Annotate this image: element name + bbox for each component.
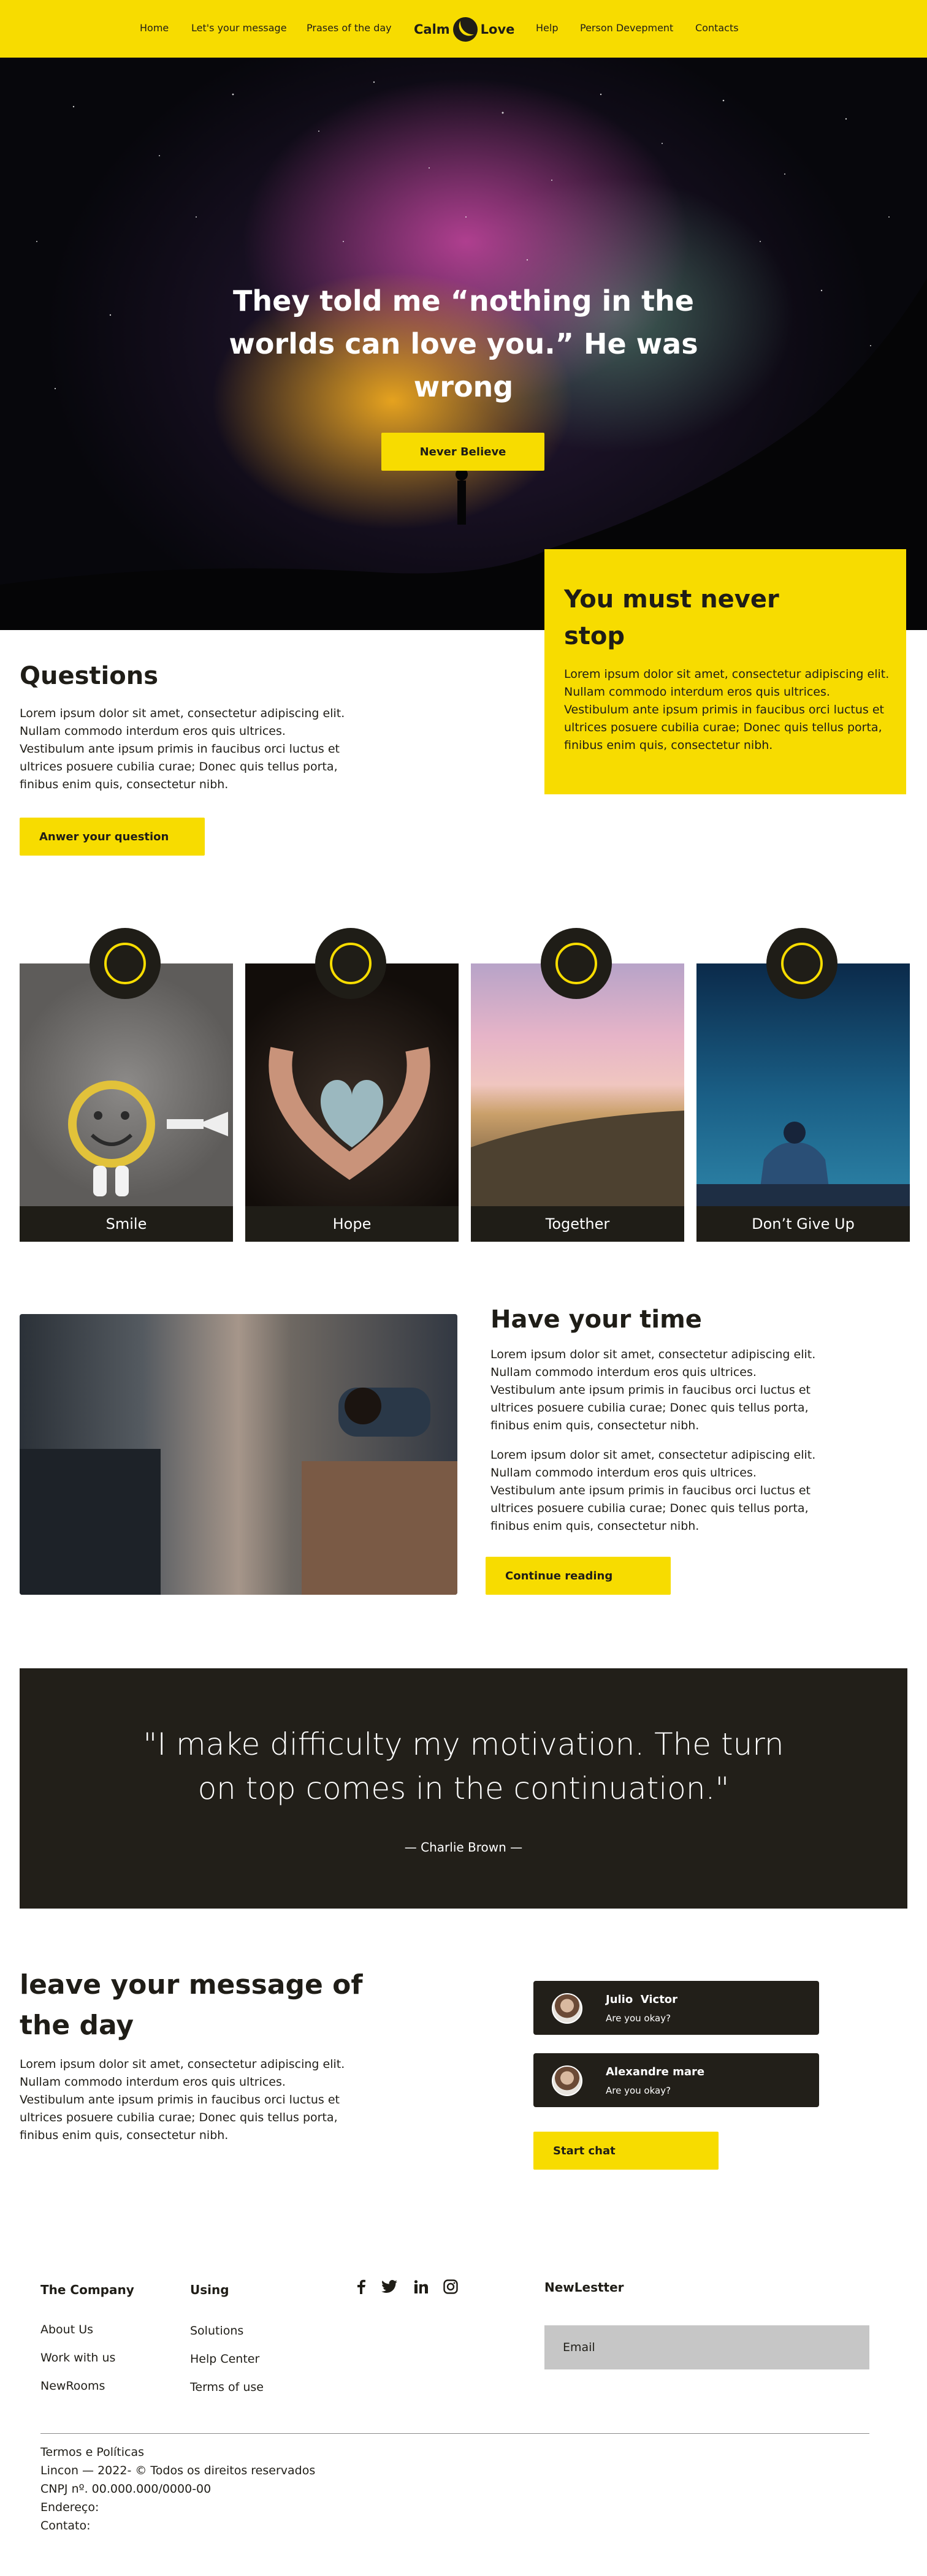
newsletter-email-input[interactable] <box>544 2325 869 2369</box>
smiley-face-icon <box>68 1081 228 1196</box>
footer-link-solutions[interactable]: Solutions <box>190 2324 243 2338</box>
quote-text: "I make difficulty my motivation. The tu… <box>143 1727 784 1806</box>
card-caption: Together <box>471 1206 684 1242</box>
card-caption: Hope <box>245 1206 459 1242</box>
legal-cnpj: CNPJ nº. 00.000.000/0000-00 <box>40 2482 212 2496</box>
nav-contacts[interactable]: Contacts <box>695 22 739 34</box>
nav-person-development[interactable]: Person Devepment <box>580 22 673 34</box>
footer-divider <box>40 2433 869 2434</box>
nav-message[interactable]: Let's your message <box>191 22 287 34</box>
footer-link-newsrooms[interactable]: NewRooms <box>40 2379 105 2393</box>
avatar <box>552 2065 582 2096</box>
logo-left-text: Calm <box>414 22 450 37</box>
city-woman-image <box>20 1314 457 1595</box>
chat-status: Are you okay? <box>606 2013 671 2024</box>
chat-item[interactable]: Alexandre mare Are you okay? <box>533 2053 819 2107</box>
logo-right-text: Love <box>480 22 515 37</box>
never-stop-card: You must never stop Lorem ipsum dolor si… <box>544 549 906 794</box>
hero-banner: They told me “nothing in the worlds can … <box>0 58 927 630</box>
dont-give-up-image <box>696 963 910 1206</box>
footer-link-about[interactable]: About Us <box>40 2323 93 2336</box>
hope-image <box>245 963 459 1206</box>
questions-title: Questions <box>20 662 159 690</box>
never-stop-text: Lorem ipsum dolor sit amet, consectetur … <box>564 667 890 752</box>
logo[interactable]: Calm Love <box>414 16 514 43</box>
card-ring-icon <box>90 928 161 999</box>
chat-name: Alexandre mare <box>606 2065 705 2078</box>
questions-text: Lorem ipsum dolor sit amet, consectetur … <box>20 707 345 791</box>
message-title: leave your message of the day <box>20 1969 363 2041</box>
card-smile[interactable]: Smile <box>20 963 233 1242</box>
heart-stone-icon <box>269 1047 430 1180</box>
footer-link-work[interactable]: Work with us <box>40 2351 115 2365</box>
footer-newsletter-title: NewLestter <box>544 2280 624 2295</box>
footer-using-title: Using <box>190 2282 229 2297</box>
together-image <box>471 963 684 1206</box>
chat-status: Are you okay? <box>606 2085 671 2096</box>
legal-address: Endereço: <box>40 2501 99 2514</box>
continue-reading-button[interactable]: Continue reading <box>486 1557 671 1595</box>
top-nav: Home Let's your message Prases of the da… <box>0 0 927 58</box>
footer-link-help[interactable]: Help Center <box>190 2352 259 2366</box>
twitter-icon[interactable] <box>381 2279 397 2295</box>
linkedin-icon[interactable] <box>413 2279 429 2295</box>
card-together[interactable]: Together <box>471 963 684 1242</box>
answer-question-button[interactable]: Anwer your question <box>20 818 205 856</box>
card-ring-icon <box>766 928 837 999</box>
footer-company-title: The Company <box>40 2282 134 2297</box>
nav-phrases[interactable]: Prases of the day <box>307 22 392 34</box>
quote-block: "I make difficulty my motivation. The tu… <box>20 1668 907 1909</box>
never-stop-title: You must never stop <box>564 585 779 650</box>
message-text: Lorem ipsum dolor sit amet, consectetur … <box>20 2057 345 2142</box>
chat-name: Julio Victor <box>606 1993 678 2006</box>
legal-copyright: Lincon — 2022- © Todos os direitos reser… <box>40 2464 316 2477</box>
never-believe-button[interactable]: Never Believe <box>381 433 544 471</box>
start-chat-button[interactable]: Start chat <box>533 2132 719 2170</box>
card-ring-icon <box>315 928 386 999</box>
avatar <box>552 1993 582 2024</box>
quote-author: — Charlie Brown — <box>404 1840 523 1855</box>
legal-terms-link[interactable]: Termos e Políticas <box>40 2445 144 2459</box>
legal-contact: Contato: <box>40 2519 91 2532</box>
time-text-1: Lorem ipsum dolor sit amet, consectetur … <box>490 1348 816 1432</box>
nav-home[interactable]: Home <box>140 22 169 34</box>
instagram-icon[interactable] <box>443 2279 459 2295</box>
footer-link-terms[interactable]: Terms of use <box>190 2380 264 2394</box>
hero-headline: They told me “nothing in the worlds can … <box>229 284 698 403</box>
moon-logo-icon <box>452 17 478 42</box>
card-ring-icon <box>541 928 612 999</box>
time-title: Have your time <box>490 1305 702 1334</box>
card-caption: Smile <box>20 1206 233 1242</box>
smile-image <box>20 963 233 1206</box>
time-text-2: Lorem ipsum dolor sit amet, consectetur … <box>490 1448 816 1533</box>
card-hope[interactable]: Hope <box>245 963 459 1242</box>
card-caption: Don’t Give Up <box>696 1206 910 1242</box>
card-dont-give-up[interactable]: Don’t Give Up <box>696 963 910 1242</box>
chat-item[interactable]: Julio Victor Are you okay? <box>533 1981 819 2035</box>
nav-help[interactable]: Help <box>536 22 558 34</box>
facebook-icon[interactable] <box>353 2279 369 2295</box>
